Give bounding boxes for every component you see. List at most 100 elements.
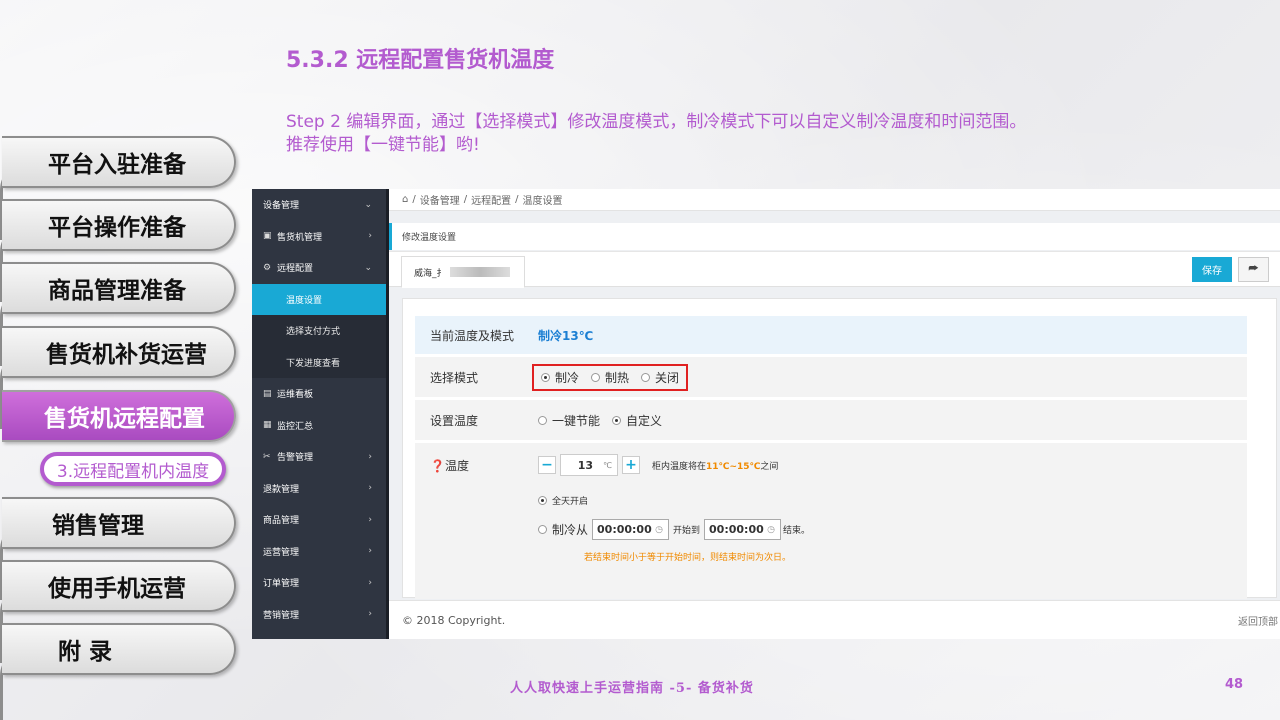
settemp-radio-custom[interactable]: 自定义 xyxy=(612,412,662,429)
clock-icon: ◷ xyxy=(655,524,664,535)
slide-description: Step 2 编辑界面，通过【选择模式】修改温度模式，制冷模式下可以自定义制冷温… xyxy=(286,111,1026,157)
device-tabs: 威海_扌 保存 ⮫ xyxy=(389,251,1280,288)
sidebar-item-payment[interactable]: 选择支付方式 xyxy=(252,315,388,347)
current-temp-row: 当前温度及模式 制冷13℃ xyxy=(415,316,1247,354)
document-icon: ▦ xyxy=(263,420,272,431)
temp-input[interactable]: 13 ℃ xyxy=(560,454,618,476)
sidebar-item-label: 订单管理 xyxy=(263,579,300,590)
radio-unchecked xyxy=(538,415,547,425)
admin-main: ⌂ / 设备管理 / 远程配置 / 温度设置 修改温度设置 威海_扌 保存 ⮫ 当前温… xyxy=(389,189,1280,639)
plus-button[interactable]: + xyxy=(622,456,640,474)
copyright: © 2018 Copyright. xyxy=(402,613,506,627)
temperature-label: 温度 xyxy=(444,459,469,473)
home-icon[interactable]: ⌂ xyxy=(402,194,408,205)
device-tab-label: 威海_扌 xyxy=(414,268,446,279)
sidebar-item-monitor[interactable]: ▦ 监控汇总 xyxy=(252,410,388,442)
radio-unchecked xyxy=(641,372,651,382)
chevron-right-icon: › xyxy=(368,546,372,557)
settemp-radio-energy-saving[interactable]: 一键节能 xyxy=(538,412,600,429)
settemp-row: 设置温度 一键节能 自定义 xyxy=(415,400,1247,440)
chevron-right-icon: › xyxy=(368,514,372,525)
mode-radio-off[interactable]: 关闭 xyxy=(641,369,679,386)
slide-title: 5.3.2 远程配置售货机温度 xyxy=(286,48,555,73)
chevron-right-icon: › xyxy=(368,231,372,242)
back-to-top-link[interactable]: 返回顶部 xyxy=(1238,613,1278,628)
mode-label: 选择模式 xyxy=(430,370,479,385)
chevron-down-icon: ⌄ xyxy=(364,199,372,210)
sidebar-item-orders[interactable]: 订单管理 › xyxy=(252,567,388,599)
breadcrumb: ⌂ / 设备管理 / 远程配置 / 温度设置 xyxy=(389,189,1280,211)
sidebar-item-label: 运维看板 xyxy=(277,390,314,401)
start-time-input[interactable]: 00:00:00 ◷ xyxy=(592,519,670,540)
footer-text: 人人取快速上手运营指南 -5- 备货补货 xyxy=(510,681,754,696)
help-icon[interactable]: ❓ xyxy=(430,459,445,473)
share-icon[interactable]: ⮫ xyxy=(1238,257,1269,282)
mode-radio-heat[interactable]: 制热 xyxy=(591,369,629,386)
nav-tab-product-management[interactable]: 商品管理准备 xyxy=(2,262,236,314)
sidebar-item-label: 设备管理 xyxy=(263,201,300,212)
sidebar-item-goods[interactable]: 商品管理 › xyxy=(252,504,388,536)
sidebar-item-refund[interactable]: 退款管理 › xyxy=(252,473,388,505)
nav-tab-appendix[interactable]: 附 录 xyxy=(2,623,236,675)
current-temp-label: 当前温度及模式 xyxy=(430,328,515,343)
sidebar-item-label: 售货机管理 xyxy=(277,232,323,243)
breadcrumb-item[interactable]: 设备管理 xyxy=(420,192,460,207)
chevron-right-icon: › xyxy=(368,483,372,494)
nav-tab-platform-entry[interactable]: 平台入驻准备 xyxy=(2,136,236,188)
chevron-right-icon: › xyxy=(368,609,372,620)
sidebar-item-vending[interactable]: ▣ 售货机管理 › xyxy=(252,221,388,253)
device-tab[interactable]: 威海_扌 xyxy=(401,256,525,288)
sidebar-item-marketing[interactable]: 营销管理 › xyxy=(252,599,388,631)
description-line-2: 推荐使用【一键节能】哟! xyxy=(286,135,480,155)
save-button[interactable]: 保存 xyxy=(1192,257,1232,282)
sidebar-item-alarm[interactable]: ✂ 告警管理 › xyxy=(252,441,388,473)
temp-stepper: − 13 ℃ + 柜内温度将在11℃~15℃之间 xyxy=(538,454,778,476)
radio-checked xyxy=(612,415,622,425)
admin-sidebar: 设备管理 ⌄ ▣ 售货机管理 › ⚙ 远程配置 ⌄ 温度设置 选择支付方式 下发进度查看 … xyxy=(252,189,388,639)
sidebar-item-operation[interactable]: 运营管理 › xyxy=(252,536,388,568)
nav-subtab-remote-temp[interactable]: 3.远程配置机内温度 xyxy=(40,452,226,486)
breadcrumb-item[interactable]: 远程配置 xyxy=(471,192,511,207)
cool-range-radio[interactable]: 制冷从 xyxy=(538,521,588,538)
temperature-form: 当前温度及模式 制冷13℃ 选择模式 制冷 制热 关闭 设置温度 一键节能 自定… xyxy=(402,298,1277,599)
allday-radio[interactable]: 全天开启 xyxy=(538,494,588,507)
end-time-input[interactable]: 00:00:00 ◷ xyxy=(704,519,782,540)
sidebar-item-label: 监控汇总 xyxy=(277,421,314,432)
radio-unchecked xyxy=(591,372,601,382)
temperature-controls: − 13 ℃ + 柜内温度将在11℃~15℃之间 全天开启 制冷从 00:00:0… xyxy=(538,443,1238,593)
time-range: 制冷从 00:00:00 ◷ 开始到 00:00:00 ◷ 结束。 xyxy=(538,519,810,540)
sidebar-item-ops-board[interactable]: ▤ 运维看板 xyxy=(252,378,388,410)
time-hint: 若结束时间小于等于开始时间，则结束时间为次日。 xyxy=(584,553,792,563)
sidebar-item-label: 退款管理 xyxy=(263,484,300,495)
sidebar-item-device[interactable]: 设备管理 ⌄ xyxy=(252,189,388,221)
sidebar-item-remote[interactable]: ⚙ 远程配置 ⌄ xyxy=(252,252,388,284)
mode-highlight-box: 制冷 制热 关闭 xyxy=(532,363,689,391)
wrench-icon: ✂ xyxy=(263,451,271,462)
end-label: 结束。 xyxy=(783,526,811,536)
sidebar-item-dispatch-progress[interactable]: 下发进度查看 xyxy=(252,346,388,378)
start-to-label: 开始到 xyxy=(673,526,701,536)
sidebar-item-label: 运营管理 xyxy=(263,547,300,558)
description-line-1: Step 2 编辑界面，通过【选择模式】修改温度模式，制冷模式下可以自定义制冷温… xyxy=(286,112,1027,132)
board-icon: ▤ xyxy=(263,388,272,399)
breadcrumb-item: 温度设置 xyxy=(522,196,563,207)
minus-button[interactable]: − xyxy=(538,456,556,474)
settemp-label: 设置温度 xyxy=(430,413,479,428)
redacted-block xyxy=(449,267,510,277)
nav-tab-restock[interactable]: 售货机补货运营 xyxy=(2,326,236,378)
nav-tab-remote-config[interactable]: 售货机远程配置 xyxy=(2,390,236,442)
nav-tab-platform-operation[interactable]: 平台操作准备 xyxy=(2,199,236,251)
sidebar-item-label: 营销管理 xyxy=(263,610,300,621)
admin-screenshot: 设备管理 ⌄ ▣ 售货机管理 › ⚙ 远程配置 ⌄ 温度设置 选择支付方式 下发进度查看 … xyxy=(252,189,1280,639)
sidebar-item-label: 远程配置 xyxy=(277,264,314,275)
radio-unchecked xyxy=(538,525,547,534)
page-number: 48 xyxy=(1225,677,1244,692)
temp-range-note: 柜内温度将在11℃~15℃之间 xyxy=(652,461,779,472)
clock-icon: ◷ xyxy=(767,524,776,535)
mode-radio-cool[interactable]: 制冷 xyxy=(541,369,579,386)
sidebar-item-temp-settings[interactable]: 温度设置 xyxy=(252,283,388,315)
chevron-right-icon: › xyxy=(368,577,372,588)
nav-tab-mobile[interactable]: 使用手机运营 xyxy=(2,560,236,612)
sidebar-item-label: 告警管理 xyxy=(277,453,314,464)
nav-tab-sales[interactable]: 销售管理 xyxy=(2,497,236,549)
